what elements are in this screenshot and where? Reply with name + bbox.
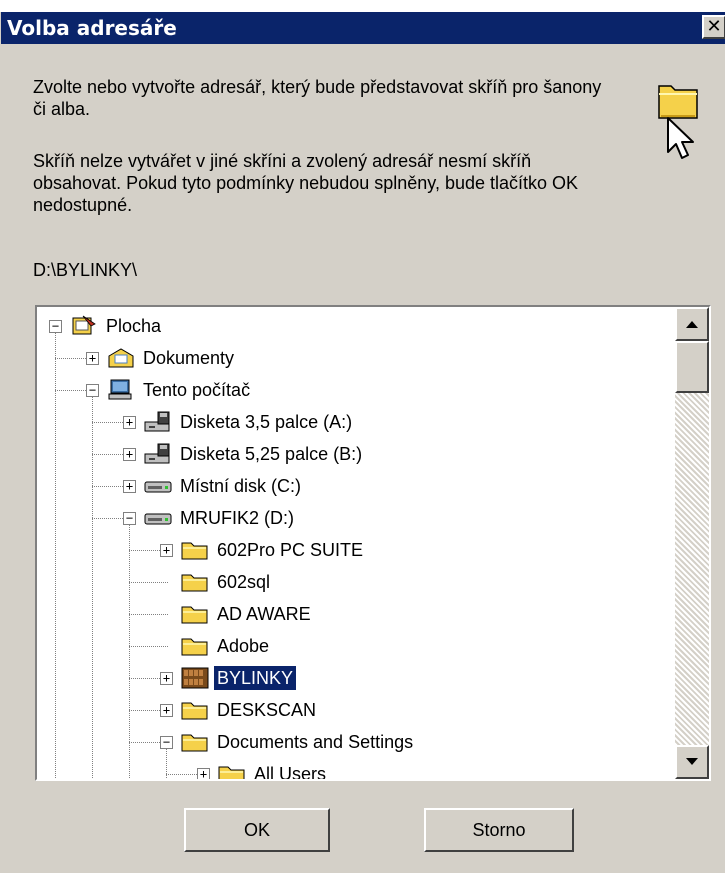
expand-toggle-icon[interactable]: + xyxy=(86,352,99,365)
cancel-button[interactable]: Storno xyxy=(424,808,574,852)
collapse-toggle-icon[interactable]: − xyxy=(49,320,62,333)
folder-icon xyxy=(180,602,210,626)
my-documents-icon xyxy=(106,346,136,370)
tree-item[interactable]: BYLINKY xyxy=(180,665,297,691)
cabinet-folder-icon xyxy=(180,666,210,690)
tree-item-label: Disketa 3,5 palce (A:) xyxy=(180,412,353,432)
folder-icon xyxy=(217,762,247,779)
scrollbar-thumb[interactable] xyxy=(675,341,709,393)
tree-item-label: AD AWARE xyxy=(217,604,311,624)
tree-item[interactable]: DESKSCAN xyxy=(180,697,319,723)
mouse-cursor-icon xyxy=(667,117,694,159)
vertical-scrollbar[interactable] xyxy=(675,307,709,779)
tree-item[interactable]: 602sql xyxy=(180,569,273,595)
tree-item[interactable]: All Users xyxy=(217,761,329,779)
directory-dialog: Volba adresáře ✕ Zvolte nebo vytvořte ad… xyxy=(0,12,725,873)
scroll-up-button[interactable] xyxy=(675,307,709,341)
tree-content: − Plocha + Dokumenty − Tento počítač + Disketa … xyxy=(37,307,675,779)
tree-item-label: BYLINKY xyxy=(214,666,297,690)
expand-toggle-icon[interactable]: + xyxy=(160,544,173,557)
selected-path: D:\BYLINKY\ xyxy=(33,260,138,280)
expand-toggle-icon[interactable]: + xyxy=(123,448,136,461)
collapse-toggle-icon[interactable]: − xyxy=(123,512,136,525)
title-bar[interactable]: Volba adresáře ✕ xyxy=(1,12,725,44)
my-computer-icon xyxy=(106,378,136,402)
expand-toggle-icon[interactable]: + xyxy=(123,416,136,429)
arrow-up-icon xyxy=(686,321,698,328)
expand-toggle-icon[interactable]: + xyxy=(197,768,210,779)
tree-item[interactable]: AD AWARE xyxy=(180,601,314,627)
tree-item[interactable]: Dokumenty xyxy=(106,345,237,371)
desktop-icon xyxy=(69,314,99,338)
tree-item[interactable]: 602Pro PC SUITE xyxy=(180,537,366,563)
tree-item-label: DESKSCAN xyxy=(217,700,317,720)
folder-icon xyxy=(180,698,210,722)
tree-item-label: 602Pro PC SUITE xyxy=(217,540,364,560)
tree-item[interactable]: Plocha xyxy=(69,313,164,339)
tree-item[interactable]: Disketa 3,5 palce (A:) xyxy=(143,409,355,435)
tree-item-label: Plocha xyxy=(106,316,162,336)
instruction-text: Zvolte nebo vytvořte adresář, který bude… xyxy=(33,77,602,119)
tree-item-label: All Users xyxy=(254,764,327,779)
tree-item-label: Disketa 5,25 palce (B:) xyxy=(180,444,363,464)
collapse-toggle-icon[interactable]: − xyxy=(86,384,99,397)
folder-icon xyxy=(180,730,210,754)
tree-guide-line xyxy=(129,518,130,779)
tree-item[interactable]: Místní disk (C:) xyxy=(143,473,304,499)
tree-item[interactable]: Documents and Settings xyxy=(180,729,416,755)
tree-connector xyxy=(129,614,168,615)
expand-toggle-icon[interactable]: + xyxy=(160,704,173,717)
tree-connector xyxy=(129,646,168,647)
tree-connector xyxy=(129,582,168,583)
collapse-toggle-icon[interactable]: − xyxy=(160,736,173,749)
folder-icon xyxy=(180,538,210,562)
expand-toggle-icon[interactable]: + xyxy=(123,480,136,493)
tree-item-label: MRUFIK2 (D:) xyxy=(180,508,294,528)
tree-item-label: Documents and Settings xyxy=(217,732,414,752)
tree-item[interactable]: MRUFIK2 (D:) xyxy=(143,505,297,531)
tree-item[interactable]: Tento počítač xyxy=(106,377,253,403)
tree-item[interactable]: Disketa 5,25 palce (B:) xyxy=(143,441,365,467)
directory-tree[interactable]: − Plocha + Dokumenty − Tento počítač + Disketa … xyxy=(35,305,711,781)
tree-guide-line xyxy=(55,326,56,779)
tree-item[interactable]: Adobe xyxy=(180,633,272,659)
tree-item-label: 602sql xyxy=(217,572,271,592)
tree-item-label: Tento počítač xyxy=(143,380,251,400)
scroll-down-button[interactable] xyxy=(675,745,709,779)
tree-item-label: Místní disk (C:) xyxy=(180,476,302,496)
tree-item-label: Adobe xyxy=(217,636,270,656)
window-title: Volba adresáře xyxy=(7,16,177,40)
floppy-drive-icon xyxy=(143,442,173,466)
close-icon: ✕ xyxy=(706,16,722,37)
ok-button[interactable]: OK xyxy=(184,808,330,852)
folder-icon xyxy=(180,570,210,594)
tree-item-label: Dokumenty xyxy=(143,348,235,368)
arrow-down-icon xyxy=(686,758,698,765)
floppy-drive-icon xyxy=(143,410,173,434)
hard-drive-icon xyxy=(143,474,173,498)
condition-text: Skříň nelze vytvářet v jiné skříni a zvo… xyxy=(33,151,579,215)
tree-guide-line xyxy=(92,390,93,779)
folder-icon xyxy=(180,634,210,658)
close-button[interactable]: ✕ xyxy=(702,15,725,39)
hard-drive-icon xyxy=(143,506,173,530)
expand-toggle-icon[interactable]: + xyxy=(160,672,173,685)
